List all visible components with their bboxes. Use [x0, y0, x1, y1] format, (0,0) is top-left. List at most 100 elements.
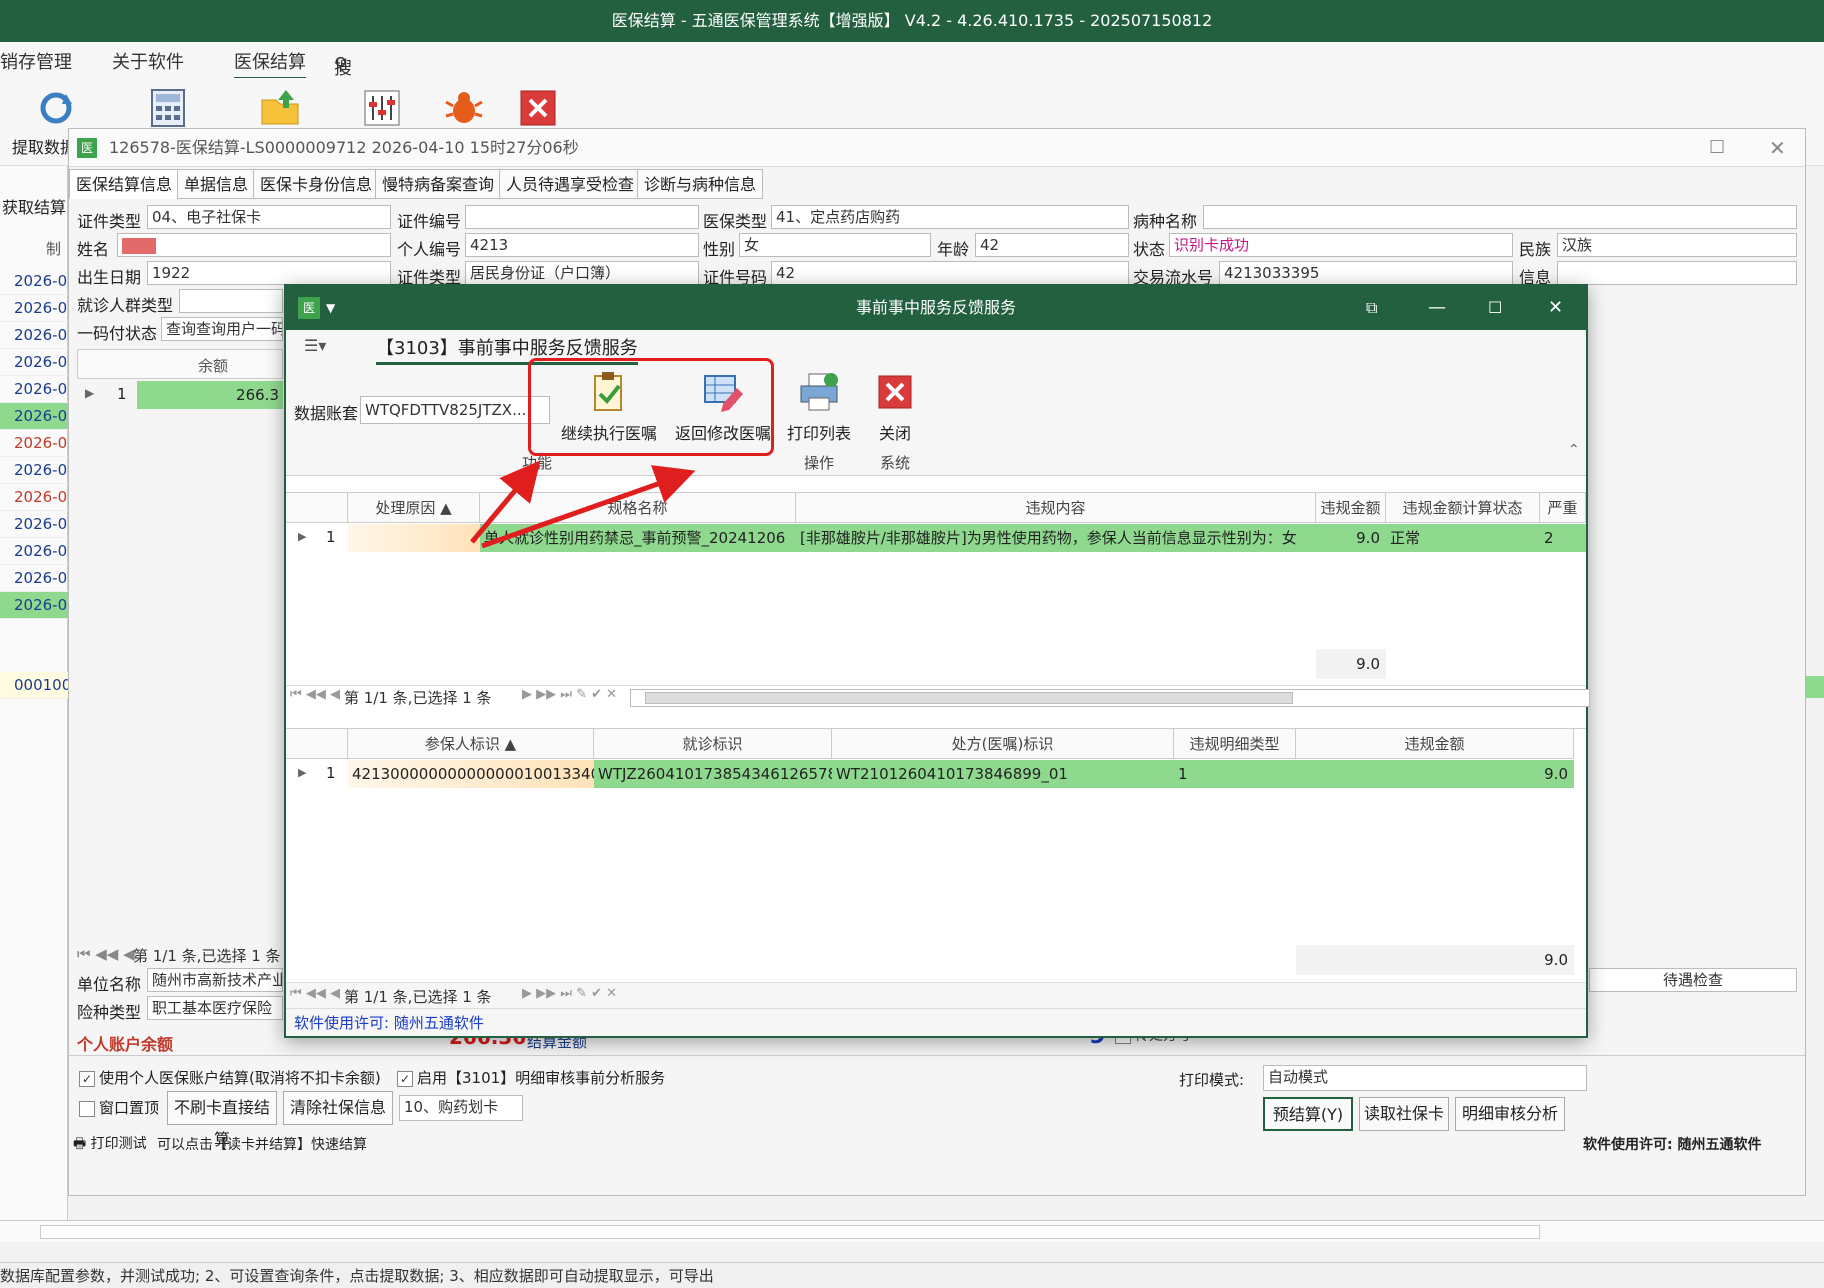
pager-first-icon[interactable]: ⏮ ◀◀ ◀ — [290, 986, 340, 1001]
check-icon: ✓ — [397, 1070, 413, 1087]
age-field: 42 — [975, 233, 1129, 257]
grid-header[interactable]: 就诊标识 — [594, 729, 832, 759]
restore-icon[interactable]: ⧉ — [1366, 286, 1377, 330]
total-amount: 9.0 — [1316, 649, 1386, 679]
serial-field: 4213033395 — [1219, 261, 1513, 285]
crowd-select[interactable] — [179, 289, 283, 313]
print-mode-select[interactable]: 自动模式 — [1263, 1065, 1587, 1091]
list-item[interactable]: 2026-0 — [0, 322, 68, 349]
disease-select[interactable] — [1203, 205, 1797, 229]
close-icon[interactable]: ✕ — [1548, 286, 1563, 330]
wait-check-button[interactable]: 待遇检查 — [1589, 968, 1797, 992]
id-type-select[interactable]: 04、电子社保卡 — [147, 205, 391, 229]
detail-analysis-button[interactable]: 明细审核分析 — [1455, 1097, 1565, 1131]
grid-header[interactable]: 违规金额 — [1296, 729, 1574, 759]
print-list-button[interactable]: 打印列表 — [782, 370, 856, 444]
grid-header[interactable]: 参保人标识 ▲ — [348, 729, 594, 759]
collapse-ribbon-icon[interactable]: ⌃ — [1568, 442, 1580, 458]
horizontal-scrollbar[interactable] — [630, 689, 1590, 707]
printer-icon: 🖶 — [73, 1136, 91, 1152]
tab-bill-info[interactable]: 单据信息 — [177, 169, 256, 199]
grid-header[interactable]: 违规金额 — [1316, 493, 1386, 523]
id-no-input[interactable] — [465, 205, 699, 229]
grid-header[interactable]: 违规明细类型 — [1174, 729, 1296, 759]
window-top-checkbox[interactable]: 窗口置顶 — [79, 1097, 159, 1118]
maximize-icon[interactable]: ☐ — [1709, 129, 1725, 167]
bottom-scrollbar[interactable] — [0, 1220, 1824, 1242]
tab-chronic-filing[interactable]: 慢特病备案查询 — [375, 169, 502, 199]
row-expand-icon[interactable]: ▶ — [85, 386, 94, 400]
grid-header[interactable]: 严重 — [1540, 493, 1586, 523]
pager-first-icon[interactable]: ⏮ ◀◀ ◀ — [290, 687, 340, 702]
equalizer-icon[interactable] — [362, 88, 402, 128]
ins-type-select[interactable]: 41、定点药店购药 — [771, 205, 1129, 229]
menu-icon[interactable]: ☰▾ — [304, 336, 326, 355]
close-icon[interactable] — [518, 88, 558, 128]
list-item[interactable]: 2026-0 — [0, 511, 68, 538]
pay-status-field: 查询查询用户一码 — [161, 317, 283, 341]
list-item[interactable]: 2026-0 — [0, 457, 68, 484]
tab-card-identity[interactable]: 医保卡身份信息 — [253, 169, 380, 199]
clear-info-button[interactable]: 清除社保信息 — [283, 1091, 393, 1125]
grid-header[interactable]: 违规内容 — [796, 493, 1316, 523]
menu-item-about[interactable]: 关于软件 — [112, 48, 184, 74]
list-item[interactable]: 2026-0 — [0, 349, 68, 376]
list-item[interactable]: 2026-0 — [0, 592, 68, 619]
list-item[interactable]: 2026-0 — [0, 295, 68, 322]
list-item[interactable]: 2026-0 — [0, 376, 68, 403]
list-item[interactable]: 2026-0 — [0, 403, 68, 430]
presettle-button[interactable]: 预结算(Y) — [1263, 1097, 1353, 1131]
list-item[interactable]: 2026-0 — [0, 268, 68, 295]
content-cell: [非那雄胺片/非那雄胺片]为男性使用药物，参保人当前信息显示性别为：女 — [796, 524, 1316, 552]
row-expand-icon[interactable]: ▶ — [298, 766, 306, 779]
folder-upload-icon[interactable] — [260, 88, 300, 128]
bug-icon[interactable] — [444, 88, 484, 128]
fetch-data-label[interactable]: 提取数据 — [12, 134, 76, 158]
grid-header[interactable]: 违规金额计算状态 — [1386, 493, 1540, 523]
printer-icon — [797, 370, 841, 414]
use-account-checkbox[interactable]: ✓ 使用个人医保账户结算(取消将不扣卡余额) — [79, 1067, 381, 1088]
left-list-header: 制 — [46, 240, 62, 258]
selected-record[interactable]: 00010001 — [0, 672, 68, 699]
group-op-label: 操作 — [804, 454, 835, 472]
row-number: 1 — [326, 764, 336, 782]
pager-next-icon[interactable]: ▶ ▶▶ ⏭ ✎ ✔ ✕ — [522, 687, 617, 702]
menu-item-settle[interactable]: 医保结算 — [234, 48, 306, 80]
birth-field: 1922 — [147, 261, 391, 285]
minimize-icon[interactable]: — — [1428, 286, 1446, 330]
maximize-icon[interactable]: ☐ — [1488, 286, 1502, 330]
row-number: 1 — [117, 385, 127, 403]
list-item[interactable]: 2026-0 — [0, 565, 68, 592]
no-card-settle-button[interactable]: 不刷卡直接结算 — [167, 1091, 277, 1149]
account-select[interactable]: WTQFDTTV825JTZX... — [360, 396, 550, 424]
print-test-link[interactable]: 🖶 打印测试 — [73, 1133, 147, 1157]
row-expand-icon[interactable]: ▶ — [298, 530, 306, 543]
license-text: 软件使用许可: 随州五通软件 — [1583, 1137, 1762, 1153]
table-row[interactable]: ▶ 1 4213000000000000001001334062 WTJZ260… — [286, 760, 1576, 788]
pager-next-icon[interactable]: ▶ ▶▶ ⏭ ✎ ✔ ✕ — [522, 986, 617, 1001]
calculator-icon[interactable] — [148, 88, 188, 128]
close-icon[interactable]: ✕ — [1769, 129, 1786, 167]
table-row[interactable]: ▶ 1 266.3 — [77, 381, 283, 409]
enable-3101-checkbox[interactable]: ✓ 启用【3101】明细审核事前分析服务 — [397, 1067, 665, 1088]
close-dialog-button[interactable]: 关闭 — [858, 370, 932, 444]
tab-settle-info[interactable]: 医保结算信息 — [69, 169, 180, 199]
grid-header[interactable]: 处方(医嘱)标识 — [832, 729, 1174, 759]
tab-benefit-check[interactable]: 人员待遇享受检查 — [499, 169, 642, 199]
app-logo-icon: 医 — [298, 297, 320, 319]
settle-tabs: 医保结算信息 单据信息 医保卡身份信息 慢特病备案查询 人员待遇享受检查 诊断与… — [69, 169, 1805, 199]
chevron-down-icon[interactable]: ▼ — [326, 286, 335, 330]
list-item[interactable]: 2026-0 — [0, 484, 68, 511]
list-item[interactable]: 2026-0 — [0, 538, 68, 565]
refresh-icon[interactable] — [36, 88, 76, 128]
tab-diagnosis[interactable]: 诊断与病种信息 — [637, 169, 764, 199]
name-label: 姓名 — [77, 240, 110, 259]
pager-nav-icon[interactable]: ⏮ ◀◀ ◀ — [77, 945, 135, 963]
risk-field: 职工基本医疗保险 — [147, 996, 283, 1020]
list-item[interactable]: 2026-0 — [0, 430, 68, 457]
menu-item-inventory[interactable]: 销存管理 — [0, 48, 72, 74]
gender-label: 性别 — [703, 240, 736, 259]
card-type-select[interactable]: 10、购药划卡 — [399, 1095, 523, 1121]
disease-label: 病种名称 — [1133, 212, 1198, 231]
read-card-button[interactable]: 读取社保卡 — [1359, 1097, 1449, 1131]
